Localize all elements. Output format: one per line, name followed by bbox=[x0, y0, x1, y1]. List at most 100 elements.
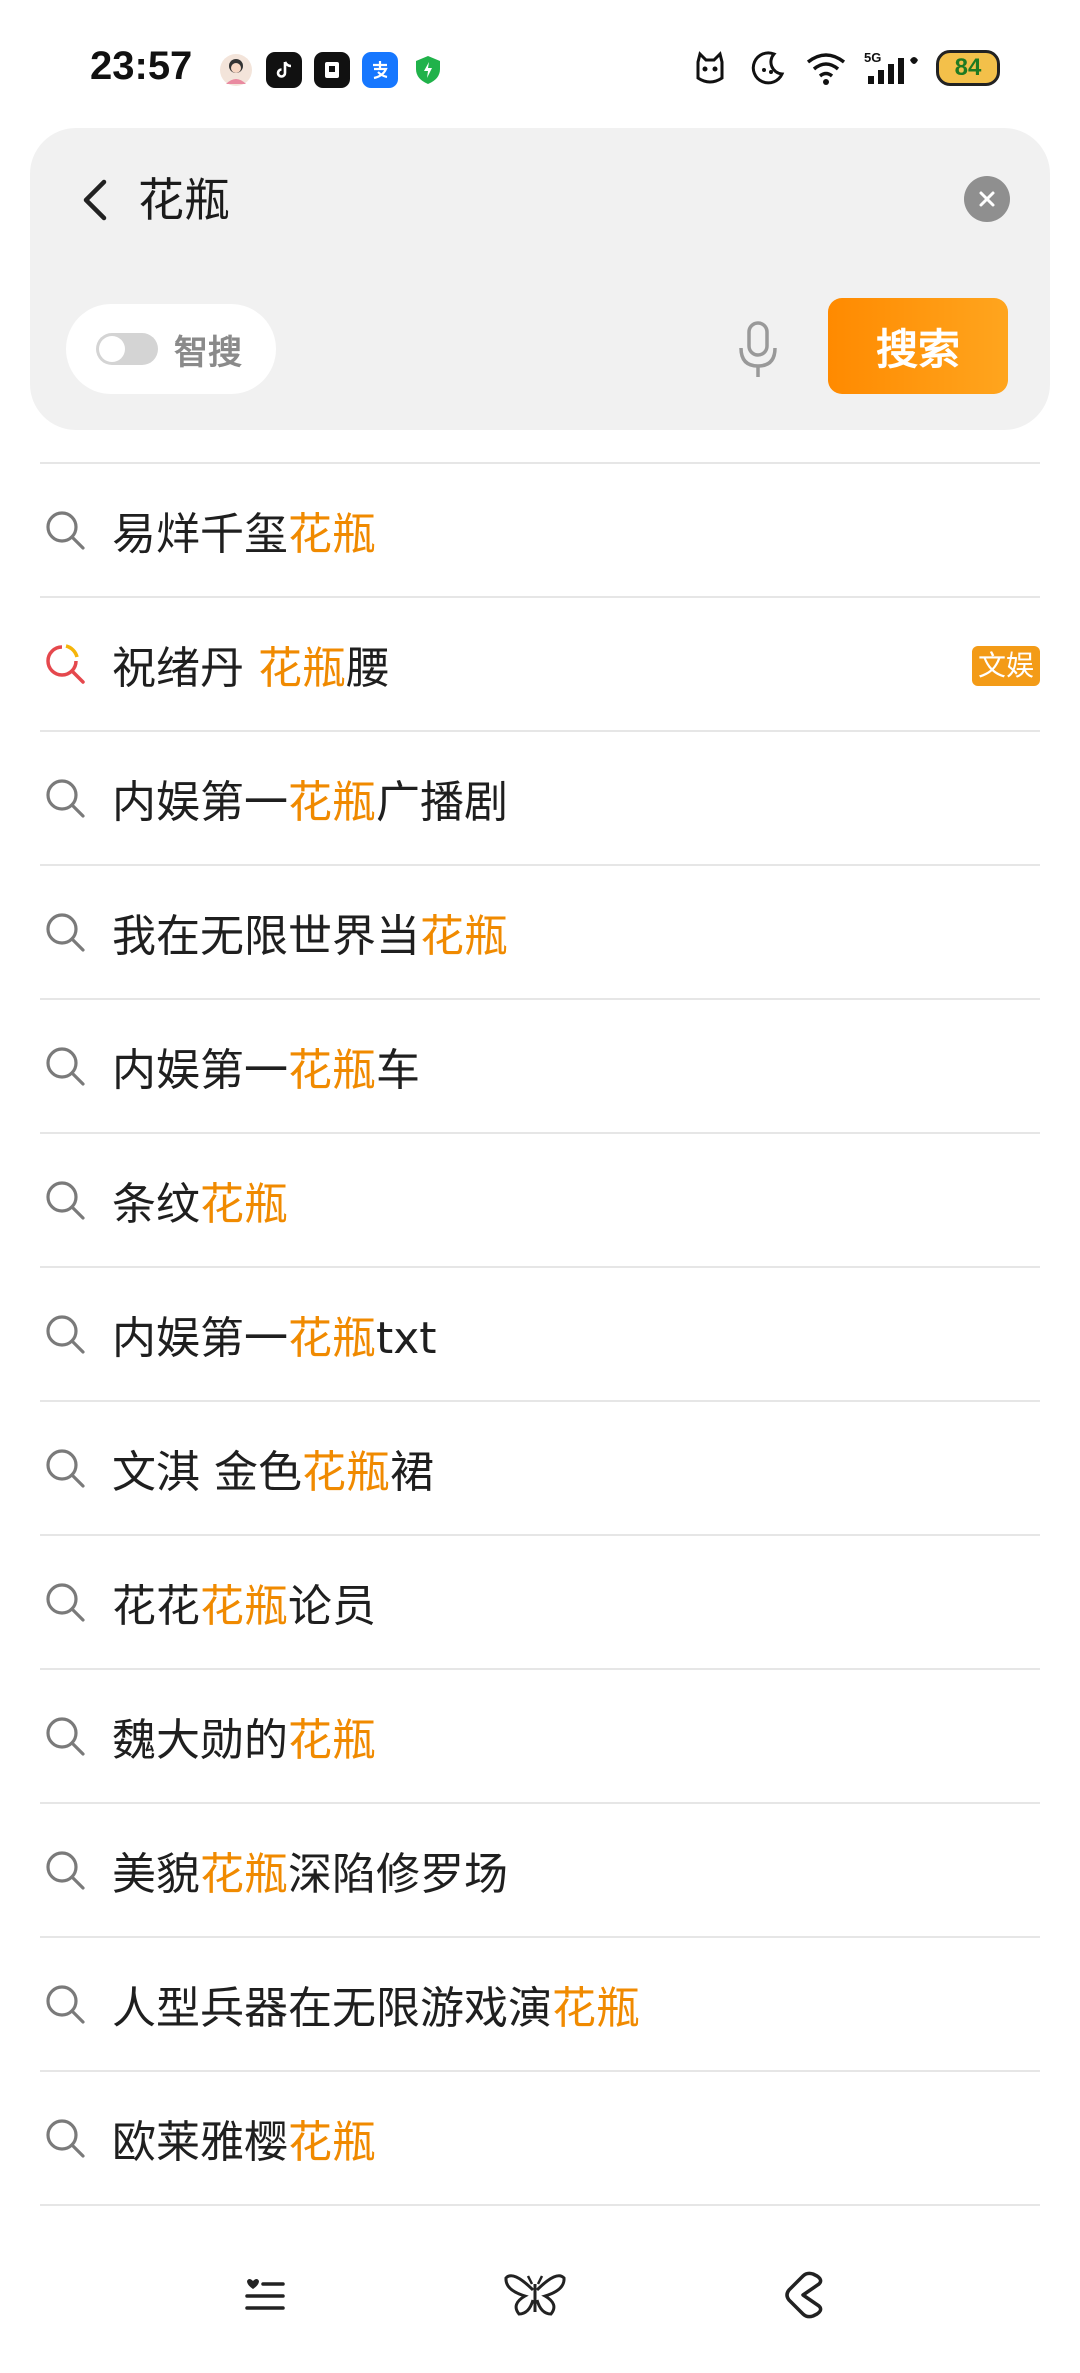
suggestion-item[interactable]: 我在无限世界当花瓶 bbox=[40, 866, 1040, 1000]
alipay-icon bbox=[362, 52, 398, 88]
suggestion-text-part: 文淇 金色 bbox=[112, 1447, 302, 1498]
suggestion-item[interactable]: 易烊千玺花瓶 bbox=[40, 464, 1040, 598]
suggestion-text-part: 内娱第一 bbox=[112, 777, 288, 828]
highlighted-keyword: 花瓶 bbox=[258, 643, 346, 694]
suggestion-text-part: 内娱第一 bbox=[112, 1045, 288, 1096]
close-icon bbox=[979, 191, 995, 207]
suggestion-text: 我在无限世界当花瓶 bbox=[112, 900, 508, 964]
highlighted-keyword: 花瓶 bbox=[288, 509, 376, 560]
suggestion-text: 内娱第一花瓶广播剧 bbox=[112, 766, 508, 830]
cat-icon bbox=[688, 48, 732, 88]
suggestion-item[interactable]: 人型兵器在无限游戏演花瓶 bbox=[40, 1938, 1040, 2072]
suggestion-item[interactable]: 条纹花瓶 bbox=[40, 1134, 1040, 1268]
suggestion-text-part: 裙 bbox=[390, 1447, 434, 1498]
home-button[interactable] bbox=[500, 2260, 570, 2330]
notes-icon bbox=[314, 52, 350, 88]
highlighted-keyword: 花瓶 bbox=[552, 1983, 640, 2034]
back-button[interactable] bbox=[64, 168, 128, 232]
suggestion-text-part: 深陷修罗场 bbox=[288, 1849, 508, 1900]
toggle-knob bbox=[99, 336, 125, 362]
moon-icon bbox=[746, 48, 790, 88]
suggestion-list: 易烊千玺花瓶 祝绪丹 花瓶腰 文娱 内娱第一花瓶广播剧 我在无限世界当花瓶 内娱第一花瓶车… bbox=[40, 464, 1040, 2206]
search-icon bbox=[42, 1311, 88, 1357]
suggestion-text-part: 易烊千玺 bbox=[112, 509, 288, 560]
search-icon bbox=[42, 1043, 88, 1089]
suggestion-text-part: 车 bbox=[376, 1045, 420, 1096]
highlighted-keyword: 花瓶 bbox=[288, 1045, 376, 1096]
suggestion-text-part: 花花 bbox=[112, 1581, 200, 1632]
search-icon bbox=[42, 1579, 88, 1625]
highlighted-keyword: 花瓶 bbox=[288, 777, 376, 828]
microphone-icon bbox=[739, 321, 777, 377]
suggestion-text-part: 论员 bbox=[288, 1581, 376, 1632]
highlighted-keyword: 花瓶 bbox=[420, 911, 508, 962]
suggestion-text: 祝绪丹 花瓶腰 bbox=[112, 632, 390, 696]
avatar-icon bbox=[218, 52, 254, 88]
suggestion-item[interactable]: 魏大勋的花瓶 bbox=[40, 1670, 1040, 1804]
search-icon bbox=[42, 1847, 88, 1893]
suggestion-text: 欧莱雅樱花瓶 bbox=[112, 2106, 376, 2170]
suggestion-item[interactable]: 文淇 金色花瓶裙 bbox=[40, 1402, 1040, 1536]
suggestion-item[interactable]: 欧莱雅樱花瓶 bbox=[40, 2072, 1040, 2206]
suggestion-text: 人型兵器在无限游戏演花瓶 bbox=[112, 1972, 640, 2036]
suggestion-text: 条纹花瓶 bbox=[112, 1168, 288, 1232]
suggestion-text-part: txt bbox=[376, 1313, 437, 1364]
search-icon bbox=[42, 2115, 88, 2161]
voice-search-button[interactable] bbox=[720, 310, 796, 390]
suggestion-text-part: 祝绪丹 bbox=[112, 643, 258, 694]
notification-icons bbox=[218, 52, 446, 88]
menu-button[interactable] bbox=[230, 2260, 300, 2330]
search-icon bbox=[42, 507, 88, 553]
suggestion-item[interactable]: 美貌花瓶深陷修罗场 bbox=[40, 1804, 1040, 1938]
network-label: 5G bbox=[864, 50, 881, 65]
search-icon bbox=[42, 909, 88, 955]
chevron-left-icon bbox=[83, 179, 107, 221]
highlighted-keyword: 花瓶 bbox=[288, 1715, 376, 1766]
ai-search-toggle[interactable]: 智搜 bbox=[66, 304, 276, 394]
search-input[interactable]: 花瓶 bbox=[138, 172, 230, 228]
highlighted-keyword: 花瓶 bbox=[302, 1447, 390, 1498]
search-panel: 花瓶 智搜 搜索 bbox=[30, 128, 1050, 430]
toggle-switch[interactable] bbox=[96, 333, 158, 365]
suggestion-item[interactable]: 花花花瓶论员 bbox=[40, 1536, 1040, 1670]
system-icons: 5G 84 bbox=[688, 48, 1000, 88]
suggestion-text: 易烊千玺花瓶 bbox=[112, 498, 376, 562]
butterfly-icon bbox=[504, 2274, 566, 2316]
suggestion-text-part: 欧莱雅樱 bbox=[112, 2117, 288, 2168]
status-bar: 23:57 5G 84 bbox=[0, 0, 1080, 120]
suggestion-text: 内娱第一花瓶车 bbox=[112, 1034, 420, 1098]
suggestion-text: 魏大勋的花瓶 bbox=[112, 1704, 376, 1768]
back-nav-button[interactable] bbox=[770, 2260, 840, 2330]
search-icon bbox=[42, 1981, 88, 2027]
search-icon bbox=[42, 775, 88, 821]
highlighted-keyword: 花瓶 bbox=[288, 1313, 376, 1364]
clear-button[interactable] bbox=[964, 176, 1010, 222]
search-icon bbox=[42, 1445, 88, 1491]
wifi-icon bbox=[804, 48, 848, 88]
highlighted-keyword: 花瓶 bbox=[200, 1849, 288, 1900]
highlighted-keyword: 花瓶 bbox=[288, 2117, 376, 2168]
tiktok-icon bbox=[266, 52, 302, 88]
highlighted-keyword: 花瓶 bbox=[200, 1581, 288, 1632]
suggestion-item[interactable]: 祝绪丹 花瓶腰 文娱 bbox=[40, 598, 1040, 732]
suggestion-text: 文淇 金色花瓶裙 bbox=[112, 1436, 434, 1500]
suggestion-item[interactable]: 内娱第一花瓶车 bbox=[40, 1000, 1040, 1134]
suggestion-text-part: 腰 bbox=[346, 643, 390, 694]
suggestion-item[interactable]: 内娱第一花瓶广播剧 bbox=[40, 732, 1040, 866]
search-button[interactable]: 搜索 bbox=[828, 298, 1008, 394]
suggestion-text: 美貌花瓶深陷修罗场 bbox=[112, 1838, 508, 1902]
list-icon bbox=[245, 2279, 285, 2310]
hot-search-icon bbox=[42, 641, 88, 687]
back-gesture-icon bbox=[785, 2271, 823, 2319]
5g-signal-icon: 5G bbox=[862, 48, 922, 88]
suggestion-text-part: 美貌 bbox=[112, 1849, 200, 1900]
ai-search-label: 智搜 bbox=[174, 332, 242, 373]
search-icon bbox=[42, 1177, 88, 1223]
suggestion-text-part: 魏大勋的 bbox=[112, 1715, 288, 1766]
status-time: 23:57 bbox=[90, 44, 193, 88]
suggestion-text-part: 人型兵器在无限游戏演 bbox=[112, 1983, 552, 2034]
suggestion-item[interactable]: 内娱第一花瓶txt bbox=[40, 1268, 1040, 1402]
security-shield-icon bbox=[410, 52, 446, 88]
suggestion-text: 内娱第一花瓶txt bbox=[112, 1302, 437, 1366]
suggestion-text-part: 内娱第一 bbox=[112, 1313, 288, 1364]
